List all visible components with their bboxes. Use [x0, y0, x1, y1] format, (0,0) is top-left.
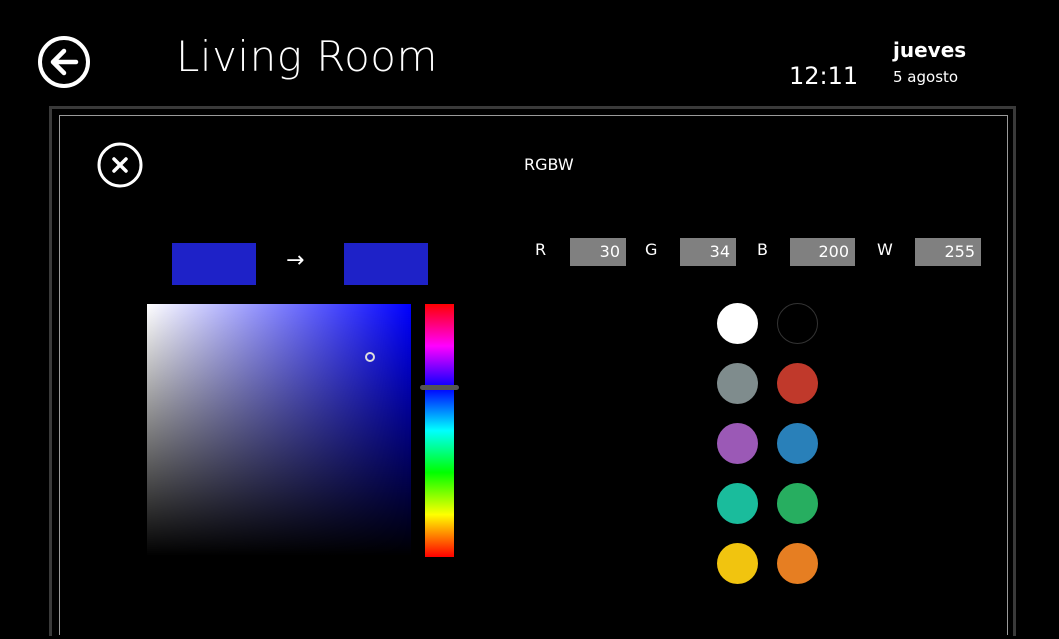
saturation-value-picker[interactable] — [147, 304, 411, 556]
date-label: 5 agosto — [893, 68, 959, 86]
arrow-right-icon: → — [286, 248, 305, 273]
weekday-label: jueves — [893, 38, 967, 62]
hue-slider[interactable] — [425, 304, 454, 557]
close-circle-icon — [97, 142, 143, 188]
page-title: Living Room — [176, 32, 438, 81]
preset-color-yellow[interactable] — [717, 543, 758, 584]
preset-color-purple[interactable] — [717, 423, 758, 464]
preset-color-red[interactable] — [777, 363, 818, 404]
dialog-title: RGBW — [524, 155, 574, 174]
preset-color-orange[interactable] — [777, 543, 818, 584]
preset-color-turquoise[interactable] — [717, 483, 758, 524]
new-color-swatch — [344, 243, 428, 285]
red-input[interactable]: 30 — [570, 238, 626, 266]
preset-color-blue[interactable] — [777, 423, 818, 464]
hue-slider-handle[interactable] — [420, 385, 459, 390]
green-input[interactable]: 34 — [680, 238, 736, 266]
close-button[interactable] — [96, 141, 144, 189]
saturation-value-handle[interactable] — [365, 352, 375, 362]
preset-color-gray[interactable] — [717, 363, 758, 404]
white-input[interactable]: 255 — [915, 238, 981, 266]
green-label: G — [645, 240, 658, 259]
preset-color-white[interactable] — [717, 303, 758, 344]
preset-color-black[interactable] — [777, 303, 818, 344]
clock-time: 12:11 — [789, 62, 859, 90]
arrow-left-circle-icon — [38, 36, 90, 88]
back-button[interactable] — [36, 34, 92, 90]
app-screen: Living Room 12:11 jueves 5 agosto RGBW →… — [0, 0, 1059, 639]
red-label: R — [535, 240, 547, 259]
blue-input[interactable]: 200 — [790, 238, 855, 266]
previous-color-swatch — [172, 243, 256, 285]
blue-label: B — [757, 240, 768, 259]
white-label: W — [877, 240, 893, 259]
preset-color-green[interactable] — [777, 483, 818, 524]
